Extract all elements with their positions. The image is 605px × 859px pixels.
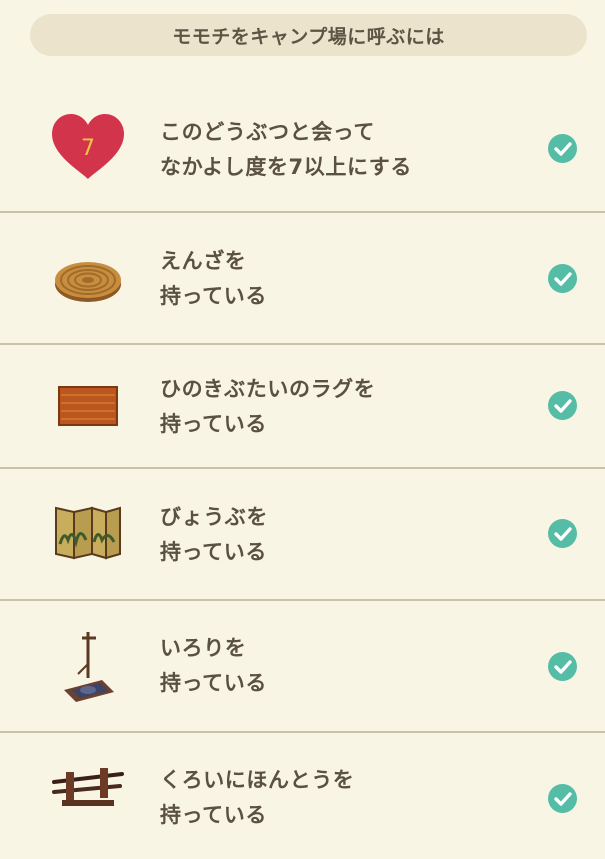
condition-line1: いろりを xyxy=(160,636,247,660)
condition-text: くろいにほんとうを 持っている xyxy=(160,763,530,833)
condition-line1: ひのきぶたいのラグを xyxy=(160,377,376,401)
check-icon xyxy=(548,264,577,293)
condition-row-friendship: 7 このどうぶつと会って なかよし度を7以上にする xyxy=(0,80,605,213)
condition-row-folding-screen: びょうぶを 持っている xyxy=(0,469,605,601)
condition-line1: くろいにほんとうを xyxy=(160,768,355,792)
condition-line2: 持っている xyxy=(160,803,267,827)
condition-line2: 持っている xyxy=(160,540,267,564)
condition-line2: なかよし度を7以上にする xyxy=(160,155,412,179)
hearth-icon xyxy=(50,632,126,702)
condition-row-cushion: えんざを 持っている xyxy=(0,213,605,345)
rug-icon xyxy=(50,371,126,441)
check-icon xyxy=(548,134,577,163)
condition-line1: びょうぶを xyxy=(160,505,268,529)
check-icon xyxy=(548,784,577,813)
condition-text: いろりを 持っている xyxy=(160,631,530,701)
sword-rack-icon xyxy=(50,760,126,830)
condition-line2: 持っている xyxy=(160,412,267,436)
condition-row-sword: くろいにほんとうを 持っている xyxy=(0,733,605,859)
condition-line2: 持っている xyxy=(160,671,267,695)
page-title: モモチをキャンプ場に呼ぶには xyxy=(172,25,445,48)
cushion-icon xyxy=(50,244,126,314)
condition-line2: 持っている xyxy=(160,284,267,308)
condition-text: えんざを 持っている xyxy=(160,244,530,314)
condition-text: ひのきぶたいのラグを 持っている xyxy=(160,372,530,442)
condition-list: 7 このどうぶつと会って なかよし度を7以上にする えんざを 持っている ひのき… xyxy=(0,80,605,859)
condition-text: びょうぶを 持っている xyxy=(160,500,530,570)
heart-icon: 7 xyxy=(50,113,126,183)
check-icon xyxy=(548,391,577,420)
folding-screen-icon xyxy=(50,500,126,570)
check-icon xyxy=(548,519,577,548)
condition-row-hearth: いろりを 持っている xyxy=(0,601,605,733)
condition-text: このどうぶつと会って なかよし度を7以上にする xyxy=(160,115,530,185)
page-title-banner: モモチをキャンプ場に呼ぶには xyxy=(30,14,587,56)
heart-number: 7 xyxy=(81,136,95,161)
condition-line1: えんざを xyxy=(160,249,247,273)
condition-row-rug: ひのきぶたいのラグを 持っている xyxy=(0,345,605,469)
condition-line1: このどうぶつと会って xyxy=(160,120,375,144)
check-icon xyxy=(548,652,577,681)
